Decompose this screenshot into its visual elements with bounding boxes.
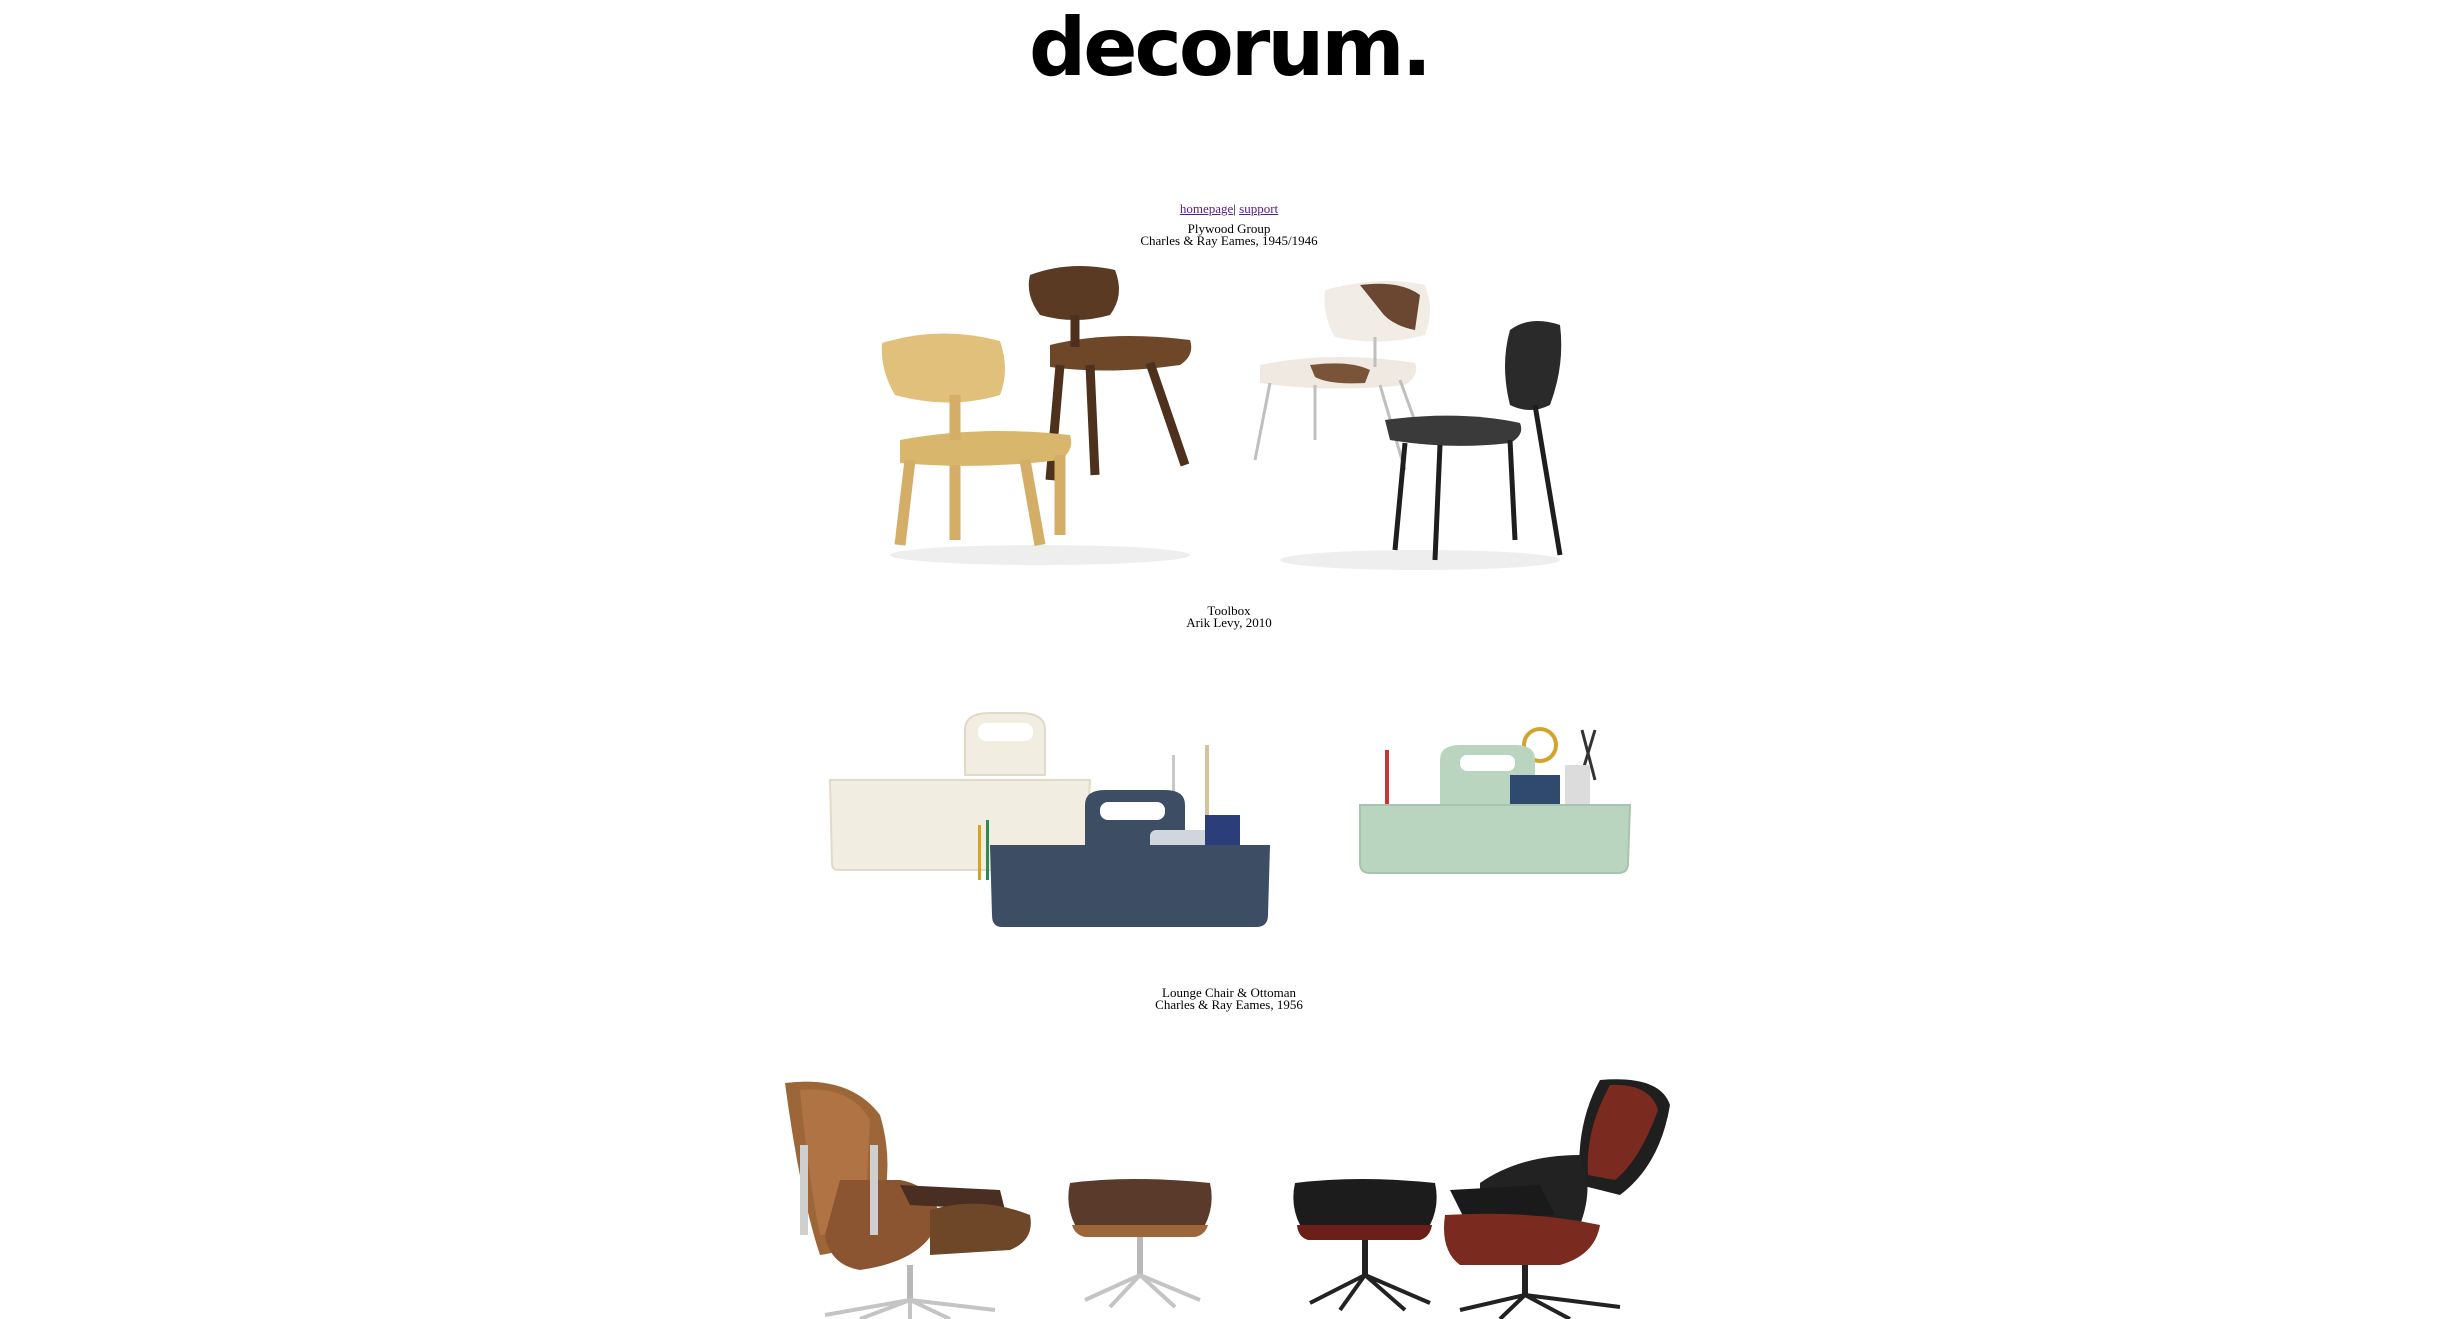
- site-logo[interactable]: decorum.: [0, 0, 2458, 88]
- toolbox-image: [828, 712, 1632, 927]
- plywood-group-image: [881, 266, 1563, 570]
- birch-chair: [881, 333, 1072, 546]
- mint-toolbox: [1359, 727, 1632, 874]
- section-subtitle: Charles & Ray Eames, 1956: [1155, 997, 1303, 1012]
- rosewood-lounge-chair: [1444, 1079, 1670, 1319]
- top-nav: homepage| support: [0, 201, 2458, 217]
- black-chair: [1385, 321, 1563, 561]
- support-link[interactable]: support: [1239, 201, 1278, 216]
- lounge-chair-image: [785, 1079, 1670, 1319]
- lounge-caption: Lounge Chair & Ottoman Charles & Ray Eam…: [0, 986, 2458, 1012]
- walnut-ottoman: [1068, 1179, 1212, 1309]
- nav-separator: |: [1233, 201, 1236, 216]
- walnut-lounge-chair: [785, 1081, 1031, 1319]
- plywood-caption: Plywood Group Charles & Ray Eames, 1945/…: [0, 222, 2458, 248]
- section-subtitle: Charles & Ray Eames, 1945/1946: [1140, 233, 1318, 248]
- homepage-link[interactable]: homepage: [1180, 201, 1233, 216]
- toolbox-caption: Toolbox Arik Levy, 2010: [0, 604, 2458, 630]
- section-subtitle: Arik Levy, 2010: [1186, 615, 1272, 630]
- rosewood-ottoman: [1293, 1179, 1437, 1312]
